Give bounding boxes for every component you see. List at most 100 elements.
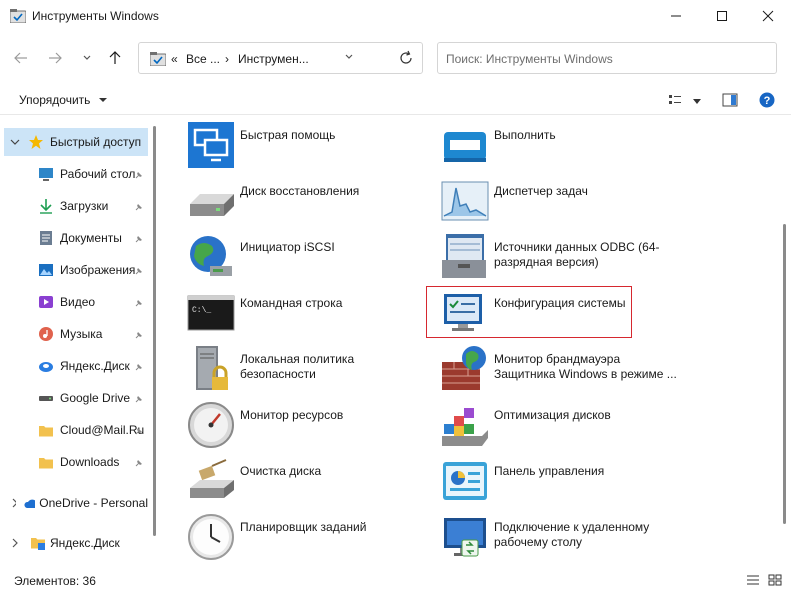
status-bar: Элементов: 36	[0, 568, 791, 593]
tool-disk-cleanup[interactable]: Очистка диска	[160, 454, 410, 508]
svg-text:C:\_: C:\_	[192, 306, 211, 315]
resource-monitor-icon	[188, 402, 234, 448]
tool-odbc[interactable]: Источники данных ODBC (64-разрядная верс…	[414, 230, 664, 284]
pin-icon[interactable]	[134, 266, 144, 276]
sidebar-item-label: Яндекс.Диск	[60, 359, 130, 373]
maximize-icon	[717, 11, 727, 21]
preview-pane-icon	[722, 93, 738, 107]
scrollbar-thumb[interactable]	[153, 126, 156, 536]
onedrive-icon	[24, 499, 36, 508]
search-box[interactable]: Поиск: Инструменты Windows	[437, 42, 777, 74]
search-placeholder[interactable]: Поиск: Инструменты Windows	[446, 52, 613, 66]
recent-locations-button[interactable]	[76, 47, 98, 69]
pin-icon[interactable]	[134, 298, 144, 308]
help-button[interactable]: ?	[759, 92, 775, 111]
tool-remote-desktop[interactable]: Подключение к удаленному рабочему столу	[414, 510, 664, 564]
arrow-right-icon	[49, 52, 62, 64]
view-dropdown-button[interactable]	[692, 95, 702, 109]
tool-iscsi[interactable]: Инициатор iSCSI	[160, 230, 410, 284]
content-scrollbar[interactable]	[780, 116, 791, 568]
pin-icon[interactable]	[134, 202, 144, 212]
sidebar-item-downloads[interactable]: Загрузки	[0, 192, 148, 220]
details-view-button[interactable]	[746, 574, 760, 589]
sidebar-item-pictures[interactable]: Изображения	[0, 256, 148, 284]
details-view-icon	[669, 95, 681, 104]
pin-icon[interactable]	[134, 234, 144, 244]
sidebar-item-desktop[interactable]: Рабочий стол	[0, 160, 148, 188]
pin-icon[interactable]	[134, 426, 144, 436]
caret-down-icon	[693, 99, 701, 104]
address-overflow[interactable]: «	[171, 52, 178, 66]
sidebar-item-label: Быстрый доступ	[50, 135, 142, 149]
help-icon: ?	[759, 92, 775, 108]
tool-run[interactable]: Выполнить	[414, 118, 664, 172]
tool-resource-monitor[interactable]: Монитор ресурсов	[160, 398, 410, 452]
back-button[interactable]	[10, 47, 32, 69]
pin-icon[interactable]	[134, 362, 144, 372]
preview-pane-button[interactable]	[722, 93, 738, 110]
remote-desktop-icon	[444, 518, 486, 557]
up-button[interactable]	[104, 47, 126, 69]
large-icons-view-button[interactable]	[768, 574, 782, 589]
sidebar-item-label: Рабочий стол	[60, 167, 136, 181]
sidebar-item-yandex-disk-root[interactable]: Яндекс.Диск	[0, 529, 148, 557]
organize-button[interactable]: Упорядочить	[19, 93, 108, 107]
tool-name: Подключение к удаленному рабочему столу	[494, 520, 650, 549]
scrollbar-thumb[interactable]	[783, 224, 786, 524]
close-button[interactable]	[745, 0, 791, 32]
forward-button[interactable]	[44, 47, 66, 69]
sidebar-item-label: Downloads	[60, 455, 120, 469]
sidebar-item-yandex-disk[interactable]: Яндекс.Диск	[0, 352, 148, 380]
pin-icon[interactable]	[134, 394, 144, 404]
tool-name: Панель управления	[494, 464, 605, 478]
minimize-button[interactable]	[653, 0, 699, 32]
control-panel-icon	[443, 462, 487, 500]
address-dropdown[interactable]	[344, 51, 354, 65]
chevron-down-icon	[345, 54, 353, 59]
sidebar-item-google-drive[interactable]: Google Drive	[0, 384, 148, 412]
address-segment-all[interactable]: Все ...	[186, 52, 220, 66]
tiles-view-icon	[768, 574, 782, 586]
sidebar-item-label: Загрузки	[60, 199, 109, 213]
sidebar-item-label: Документы	[60, 231, 122, 245]
sidebar-scrollbar[interactable]	[150, 116, 160, 568]
tool-recovery-drive[interactable]: Диск восстановления	[160, 174, 410, 228]
tool-task-manager[interactable]: Диспетчер задач	[414, 174, 664, 228]
address-separator[interactable]: ›	[225, 52, 229, 66]
maximize-button[interactable]	[699, 0, 745, 32]
task-manager-icon	[441, 181, 489, 221]
address-bar[interactable]: « Все ... › Инструмен...	[138, 42, 423, 74]
tool-task-scheduler[interactable]: Планировщик заданий	[160, 510, 410, 564]
tool-cmd[interactable]: C:\_ Командная строка	[160, 286, 410, 340]
tool-firewall[interactable]: Монитор брандмауэра Защитника Windows в …	[414, 342, 677, 396]
tool-quick-assist[interactable]: Быстрая помощь	[160, 118, 410, 172]
sidebar-item-videos[interactable]: Видео	[0, 288, 148, 316]
chevron-down-icon	[83, 55, 91, 60]
pin-icon[interactable]	[134, 170, 144, 180]
tool-defrag[interactable]: Оптимизация дисков	[414, 398, 664, 452]
star-icon	[29, 135, 43, 149]
tool-control-panel[interactable]: Панель управления	[414, 454, 664, 508]
refresh-button[interactable]	[398, 50, 414, 69]
task-scheduler-icon	[188, 514, 234, 560]
sidebar-item-quick-access[interactable]: Быстрый доступ	[4, 128, 148, 156]
sidebar-item-music[interactable]: Музыка	[0, 320, 148, 348]
folder-tools-icon	[10, 9, 26, 23]
sidebar-item-documents[interactable]: Документы	[0, 224, 148, 252]
tool-name: Конфигурация системы	[494, 296, 626, 310]
item-count: Элементов: 36	[14, 574, 96, 588]
arrow-up-icon	[109, 51, 121, 64]
pin-icon[interactable]	[134, 458, 144, 468]
music-icon	[39, 327, 53, 341]
sidebar-item-cloud-mail[interactable]: Cloud@Mail.Ru	[0, 416, 148, 444]
tools-list: Быстрая помощь Диск восстановления Иници…	[160, 116, 780, 568]
sidebar-item-downloads-folder[interactable]: Downloads	[0, 448, 148, 476]
pin-icon[interactable]	[134, 330, 144, 340]
view-options-button[interactable]	[668, 93, 682, 110]
quick-assist-icon	[188, 122, 234, 168]
address-segment-current[interactable]: Инструмен...	[238, 52, 309, 66]
tool-security-policy[interactable]: Локальная политика безопасности	[160, 342, 410, 396]
sidebar-item-onedrive[interactable]: OneDrive - Personal	[0, 489, 148, 517]
tool-msconfig[interactable]: Конфигурация системы	[414, 286, 664, 340]
tool-name: Планировщик заданий	[240, 520, 367, 534]
